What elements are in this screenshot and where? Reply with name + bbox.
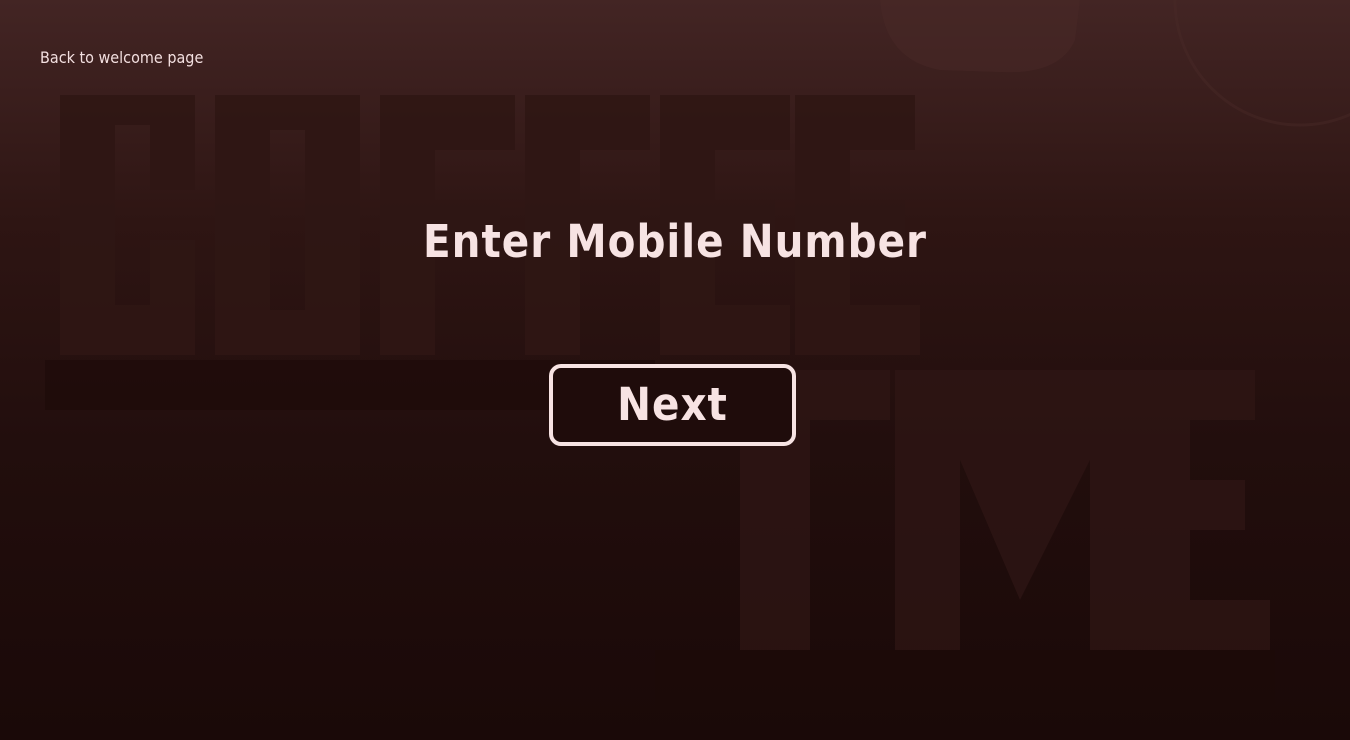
next-button[interactable]: Next (549, 364, 796, 446)
page-title: Enter Mobile Number (422, 215, 928, 268)
back-to-welcome-link[interactable]: Back to welcome page (40, 47, 203, 69)
